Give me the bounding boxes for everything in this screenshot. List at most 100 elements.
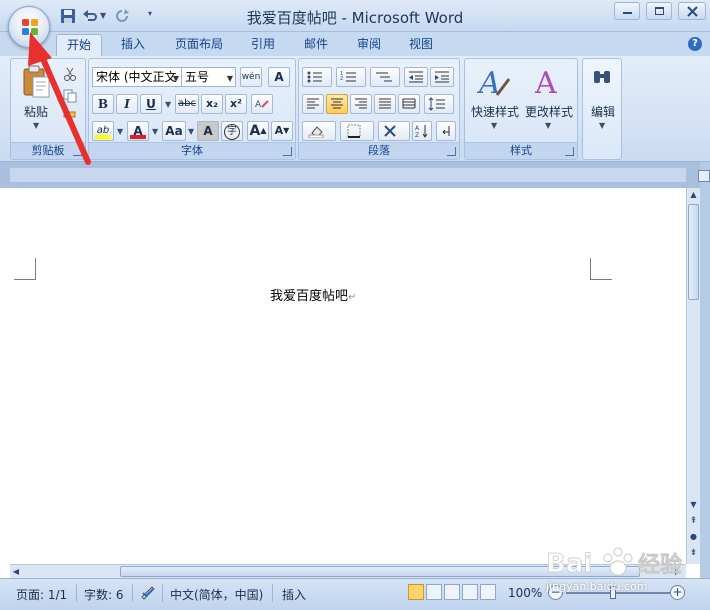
draft-view-icon[interactable] — [480, 584, 496, 600]
subscript-button[interactable]: x₂ — [201, 94, 223, 114]
underline-button[interactable]: U — [140, 94, 162, 114]
numbering-button[interactable]: 12 — [336, 67, 366, 87]
strikethrough-button[interactable]: abc — [175, 94, 199, 114]
multilevel-list-button[interactable] — [370, 67, 400, 87]
quick-styles-dropdown-icon[interactable]: ▼ — [491, 121, 497, 130]
italic-button[interactable]: I — [116, 94, 138, 114]
char-border-button[interactable]: A — [268, 67, 290, 87]
page-indicator[interactable]: 页面: 1/1 — [16, 586, 67, 603]
align-left-button[interactable] — [302, 94, 324, 114]
align-right-button[interactable] — [350, 94, 372, 114]
font-name-dropdown-icon[interactable]: ▼ — [173, 70, 179, 86]
align-center-icon — [331, 98, 343, 109]
print-layout-view-icon[interactable] — [408, 584, 424, 600]
scroll-up-icon[interactable]: ▲ — [687, 188, 700, 202]
font-size-value: 五号 — [185, 70, 210, 84]
chinese-layout-button[interactable] — [378, 121, 410, 141]
status-separator — [76, 584, 77, 602]
office-button[interactable] — [8, 6, 50, 48]
font-name-combo[interactable]: 宋体 (中文正文 ▼ — [92, 67, 182, 87]
zoom-level[interactable]: 100% — [508, 586, 542, 600]
outline-view-icon[interactable] — [462, 584, 478, 600]
editing-label: 编辑 — [590, 105, 615, 119]
margin-corner-top-right — [590, 258, 612, 280]
full-screen-reading-view-icon[interactable] — [426, 584, 442, 600]
svg-text:A: A — [534, 66, 557, 99]
document-text[interactable]: 我爱百度帖吧↵ — [270, 285, 356, 304]
tab-insert[interactable]: 插入 — [110, 34, 156, 56]
quick-styles-label[interactable]: 快速样式 — [468, 103, 522, 120]
maximize-button[interactable] — [646, 2, 672, 20]
align-center-button[interactable] — [326, 94, 348, 114]
tab-page-layout[interactable]: 页面布局 — [164, 34, 234, 56]
font-size-combo[interactable]: 五号 ▼ — [181, 67, 236, 87]
format-painter-icon[interactable] — [63, 111, 77, 125]
vertical-scrollbar[interactable]: ▲ ▼ ⇞ ● ⇟ — [686, 188, 700, 564]
paragraph-group: 12 A Z 段落 — [298, 58, 460, 160]
editing-dropdown-icon[interactable]: ▼ — [599, 121, 605, 130]
shading-button[interactable] — [302, 121, 336, 141]
char-shading-button[interactable]: A — [197, 121, 219, 141]
show-marks-button[interactable] — [436, 121, 456, 141]
scroll-down-icon[interactable]: ▼ — [687, 498, 700, 512]
highlight-dropdown-icon[interactable]: ▼ — [117, 127, 123, 136]
change-case-button[interactable]: Aa — [162, 121, 186, 141]
tab-mailings[interactable]: 邮件 — [293, 34, 339, 56]
close-button[interactable] — [678, 2, 706, 20]
copy-icon[interactable] — [63, 89, 77, 103]
change-case-dropdown-icon[interactable]: ▼ — [188, 127, 194, 136]
cut-icon[interactable] — [63, 67, 77, 81]
help-icon[interactable]: ? — [688, 37, 702, 51]
tab-references[interactable]: 引用 — [240, 34, 286, 56]
font-dialog-launcher[interactable] — [283, 147, 292, 156]
paste-icon[interactable] — [21, 65, 51, 99]
grow-font-button[interactable]: A▲ — [247, 121, 269, 141]
web-layout-view-icon[interactable] — [444, 584, 460, 600]
bullets-button[interactable] — [302, 67, 332, 87]
sort-button[interactable]: AZ — [412, 121, 432, 141]
tab-view[interactable]: 视图 — [398, 34, 444, 56]
quick-styles-icon[interactable]: A — [477, 65, 511, 99]
language-indicator[interactable]: 中文(简体，中国) — [170, 586, 263, 603]
scroll-left-icon[interactable]: ◀ — [10, 565, 22, 578]
clear-formatting-button[interactable]: A — [251, 94, 273, 114]
styles-dialog-launcher[interactable] — [565, 147, 574, 156]
font-color-button[interactable]: A — [127, 121, 149, 141]
line-spacing-button[interactable] — [424, 94, 454, 114]
change-styles-dropdown-icon[interactable]: ▼ — [545, 121, 551, 130]
enclose-char-button[interactable]: 字 — [221, 121, 243, 141]
distributed-button[interactable] — [398, 94, 420, 114]
tab-home[interactable]: 开始 — [56, 34, 102, 56]
paste-dropdown-icon[interactable]: ▼ — [33, 121, 39, 130]
ruler-toggle-icon[interactable] — [698, 170, 710, 182]
vertical-scroll-thumb[interactable] — [688, 204, 699, 300]
superscript-button[interactable]: x² — [225, 94, 247, 114]
increase-indent-button[interactable] — [430, 67, 454, 87]
highlight-button[interactable]: ab — [92, 121, 114, 141]
editing-group[interactable]: 编辑 ▼ — [582, 58, 622, 160]
horizontal-ruler — [10, 168, 686, 182]
font-group: 宋体 (中文正文 ▼ 五号 ▼ wén A B I U ▼ abc x₂ x² … — [88, 58, 296, 160]
underline-dropdown-icon[interactable]: ▼ — [165, 100, 171, 109]
borders-button[interactable] — [340, 121, 374, 141]
change-styles-label[interactable]: 更改样式 — [521, 103, 577, 120]
word-count[interactable]: 字数: 6 — [84, 586, 124, 603]
minimize-button[interactable] — [614, 2, 640, 20]
bold-button[interactable]: B — [92, 94, 114, 114]
previous-page-icon[interactable]: ⇞ — [687, 514, 700, 528]
decrease-indent-button[interactable] — [404, 67, 428, 87]
proofing-icon[interactable] — [140, 585, 156, 601]
clipboard-dialog-launcher[interactable] — [73, 147, 82, 156]
justify-button[interactable] — [374, 94, 396, 114]
phonetic-guide-button[interactable]: wén — [240, 67, 262, 87]
document-page[interactable]: 我爱百度帖吧↵ — [10, 188, 686, 564]
increase-indent-icon — [435, 71, 449, 83]
tab-review[interactable]: 审阅 — [346, 34, 392, 56]
paste-label[interactable]: 粘贴 — [19, 103, 53, 120]
paragraph-dialog-launcher[interactable] — [447, 147, 456, 156]
font-size-dropdown-icon[interactable]: ▼ — [227, 70, 233, 86]
change-styles-icon[interactable]: A — [531, 65, 565, 99]
shrink-font-button[interactable]: A▼ — [271, 121, 293, 141]
insert-mode[interactable]: 插入 — [282, 586, 306, 603]
font-color-dropdown-icon[interactable]: ▼ — [152, 127, 158, 136]
